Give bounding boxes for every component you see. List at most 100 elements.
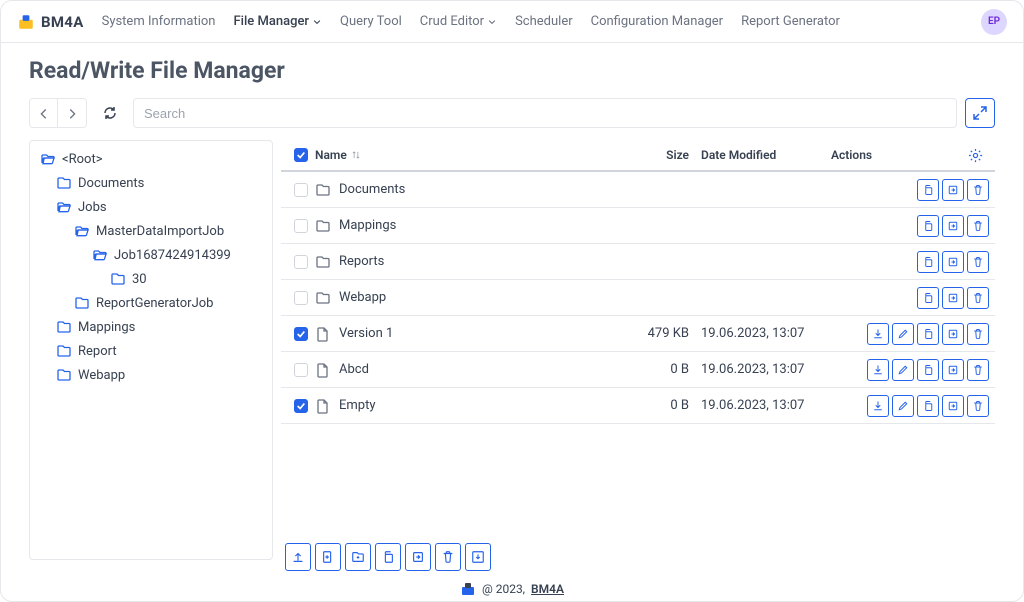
col-date[interactable]: Date Modified bbox=[701, 148, 831, 162]
refresh-button[interactable] bbox=[95, 98, 125, 128]
row-delete-button[interactable] bbox=[967, 395, 989, 417]
row-move-button[interactable] bbox=[942, 395, 964, 417]
tree-node[interactable]: MasterDataImportJob bbox=[34, 219, 268, 243]
expand-button[interactable] bbox=[965, 98, 995, 128]
forward-button[interactable] bbox=[58, 99, 86, 127]
row-delete-button[interactable] bbox=[967, 287, 989, 309]
tree-node[interactable]: <Root> bbox=[34, 147, 268, 171]
folder-open-icon bbox=[56, 199, 72, 215]
row-download-button[interactable] bbox=[867, 359, 889, 381]
row-copy-button[interactable] bbox=[917, 215, 939, 237]
row-move-button[interactable] bbox=[942, 323, 964, 345]
delete-button[interactable] bbox=[435, 543, 461, 571]
select-all-checkbox[interactable] bbox=[294, 148, 308, 162]
tree-node[interactable]: Report bbox=[34, 339, 268, 363]
nav-link[interactable]: Report Generator bbox=[741, 14, 840, 29]
nav-link[interactable]: File Manager bbox=[233, 14, 322, 29]
col-size[interactable]: Size bbox=[621, 148, 701, 162]
row-copy-button[interactable] bbox=[917, 251, 939, 273]
row-move-button[interactable] bbox=[942, 287, 964, 309]
row-move-button[interactable] bbox=[942, 215, 964, 237]
table-settings-button[interactable] bbox=[961, 148, 989, 163]
upload-icon bbox=[291, 550, 305, 564]
folder-icon bbox=[315, 182, 331, 198]
nav-link[interactable]: Query Tool bbox=[340, 14, 402, 29]
check-icon bbox=[296, 401, 306, 411]
row-name[interactable]: Mappings bbox=[339, 218, 396, 233]
col-actions: Actions bbox=[831, 148, 961, 162]
row-delete-button[interactable] bbox=[967, 323, 989, 345]
move-icon bbox=[947, 400, 959, 412]
copy-icon bbox=[922, 256, 934, 268]
row-name[interactable]: Reports bbox=[339, 254, 384, 269]
file-icon bbox=[315, 326, 331, 342]
row-move-button[interactable] bbox=[942, 251, 964, 273]
row-edit-button[interactable] bbox=[892, 395, 914, 417]
new-file-button[interactable] bbox=[315, 543, 341, 571]
row-name[interactable]: Documents bbox=[339, 182, 405, 197]
row-delete-button[interactable] bbox=[967, 215, 989, 237]
back-button[interactable] bbox=[30, 99, 58, 127]
nav-link[interactable]: Configuration Manager bbox=[591, 14, 723, 29]
row-checkbox[interactable] bbox=[294, 183, 308, 197]
row-copy-button[interactable] bbox=[917, 179, 939, 201]
row-checkbox[interactable] bbox=[294, 327, 308, 341]
upload-button[interactable] bbox=[285, 543, 311, 571]
tree-node[interactable]: Webapp bbox=[34, 363, 268, 387]
row-name[interactable]: Empty bbox=[339, 398, 376, 413]
tree-node[interactable]: 30 bbox=[34, 267, 268, 291]
download-button[interactable] bbox=[465, 543, 491, 571]
row-copy-button[interactable] bbox=[917, 395, 939, 417]
row-checkbox[interactable] bbox=[294, 219, 308, 233]
tree-panel: <Root> Documents JobsMasterDataImportJobJo… bbox=[29, 140, 273, 560]
move-button[interactable] bbox=[405, 543, 431, 571]
row-delete-button[interactable] bbox=[967, 359, 989, 381]
row-copy-button[interactable] bbox=[917, 323, 939, 345]
edit-icon bbox=[897, 400, 909, 412]
tree-node[interactable]: ReportGeneratorJob bbox=[34, 291, 268, 315]
row-move-button[interactable] bbox=[942, 179, 964, 201]
tree-node[interactable]: Mappings bbox=[34, 315, 268, 339]
chevron-down-icon bbox=[312, 17, 322, 27]
row-actions bbox=[831, 395, 989, 417]
new-folder-icon bbox=[351, 550, 365, 564]
row-size: 0 B bbox=[621, 398, 701, 413]
row-copy-button[interactable] bbox=[917, 359, 939, 381]
tree-node[interactable]: Documents bbox=[34, 171, 268, 195]
folder-open-icon bbox=[40, 151, 56, 167]
row-copy-button[interactable] bbox=[917, 287, 939, 309]
row-checkbox[interactable] bbox=[294, 291, 308, 305]
tree-node-label: Documents bbox=[78, 176, 144, 191]
row-name[interactable]: Webapp bbox=[339, 290, 386, 305]
tree-node[interactable]: Job1687424914399 bbox=[34, 243, 268, 267]
row-checkbox[interactable] bbox=[294, 363, 308, 377]
col-name[interactable]: Name bbox=[315, 148, 621, 162]
row-name[interactable]: Abcd bbox=[339, 362, 369, 377]
edit-icon bbox=[897, 364, 909, 376]
row-move-button[interactable] bbox=[942, 359, 964, 381]
nav-link[interactable]: Scheduler bbox=[515, 14, 573, 29]
row-delete-button[interactable] bbox=[967, 251, 989, 273]
trash-icon bbox=[972, 292, 984, 304]
new-folder-button[interactable] bbox=[345, 543, 371, 571]
row-size: 479 KB bbox=[621, 326, 701, 341]
nav-link[interactable]: System Information bbox=[102, 14, 216, 29]
tree-node[interactable]: Jobs bbox=[34, 195, 268, 219]
expand-icon bbox=[972, 105, 988, 121]
row-delete-button[interactable] bbox=[967, 179, 989, 201]
copy-button[interactable] bbox=[375, 543, 401, 571]
search-input[interactable] bbox=[133, 98, 957, 128]
nav-link[interactable]: Crud Editor bbox=[420, 14, 497, 29]
row-download-button[interactable] bbox=[867, 395, 889, 417]
row-name[interactable]: Version 1 bbox=[339, 326, 393, 341]
logo[interactable]: BM4A bbox=[17, 13, 84, 31]
avatar[interactable]: EP bbox=[981, 9, 1007, 35]
brand-text: BM4A bbox=[41, 13, 84, 31]
row-checkbox[interactable] bbox=[294, 255, 308, 269]
move-icon bbox=[411, 550, 425, 564]
row-edit-button[interactable] bbox=[892, 359, 914, 381]
row-download-button[interactable] bbox=[867, 323, 889, 345]
row-checkbox[interactable] bbox=[294, 399, 308, 413]
row-edit-button[interactable] bbox=[892, 323, 914, 345]
footer-brand-link[interactable]: BM4A bbox=[531, 582, 564, 596]
